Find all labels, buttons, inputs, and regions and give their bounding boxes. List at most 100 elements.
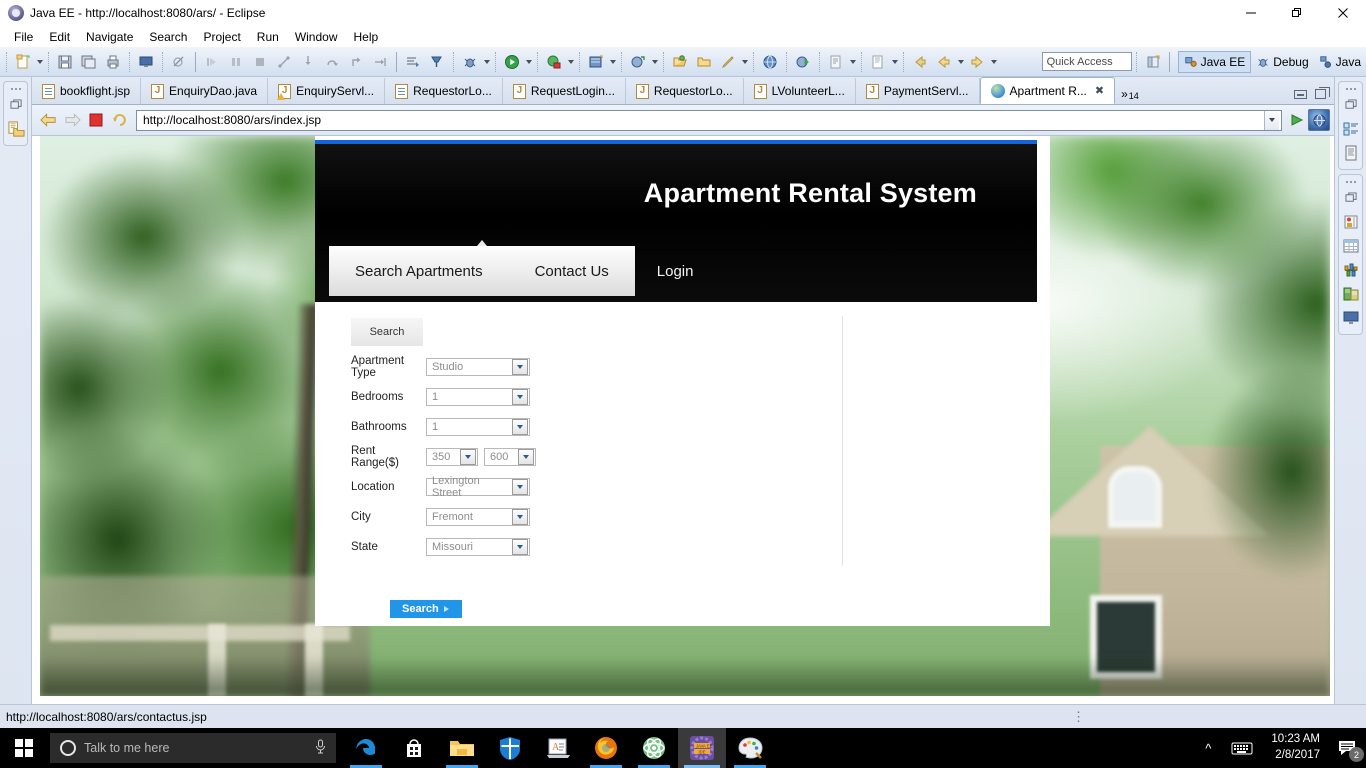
atom-icon[interactable]: [630, 728, 678, 768]
maximize-button[interactable]: [1274, 0, 1320, 26]
terminate-icon[interactable]: [249, 51, 271, 73]
step-into-icon[interactable]: [297, 51, 319, 73]
back-arrow-icon[interactable]: [36, 108, 60, 132]
status-bar-resize-grip[interactable]: ⋮: [1072, 709, 1086, 725]
editor-tab-apartment-rental[interactable]: Apartment R... ✖: [979, 77, 1116, 104]
editor-tab-overflow-button[interactable]: » 14: [1115, 87, 1145, 104]
select-state[interactable]: Missouri: [426, 538, 530, 556]
new-html-icon[interactable]: [867, 51, 889, 73]
menu-edit[interactable]: Edit: [41, 28, 78, 46]
run-as-server-icon[interactable]: [792, 51, 814, 73]
console-view-icon[interactable]: [1339, 307, 1363, 329]
console-icon[interactable]: [135, 51, 157, 73]
windows-defender-icon[interactable]: [486, 728, 534, 768]
drag-handle[interactable]: [4, 85, 27, 92]
perspective-debug[interactable]: Debug: [1251, 51, 1313, 73]
restore-view-icon[interactable]: [1339, 94, 1363, 116]
select-bedrooms[interactable]: 1: [426, 388, 530, 406]
open-resource-icon[interactable]: [693, 51, 715, 73]
select-bathrooms[interactable]: 1: [426, 418, 530, 436]
drag-handle[interactable]: [1339, 85, 1362, 92]
stop-icon[interactable]: [84, 108, 108, 132]
forward-arrow-icon[interactable]: [60, 108, 84, 132]
select-rent-max[interactable]: 600: [484, 448, 536, 466]
paint-icon[interactable]: [726, 728, 774, 768]
select-apartment-type[interactable]: Studio: [426, 358, 530, 376]
select-location[interactable]: Lexington Street: [426, 475, 530, 499]
disconnect-icon[interactable]: [273, 51, 295, 73]
nav-login[interactable]: Login: [635, 246, 716, 296]
outline-view-icon[interactable]: [1339, 118, 1363, 140]
skip-breakpoints-icon[interactable]: [168, 51, 190, 73]
microphone-icon[interactable]: [315, 739, 326, 757]
servers-view-icon[interactable]: [1339, 259, 1363, 281]
url-bar[interactable]: http://localhost:8080/ars/index.jsp: [136, 109, 1282, 131]
menu-navigate[interactable]: Navigate: [78, 28, 141, 46]
maximize-editor-area-icon[interactable]: [1315, 87, 1330, 99]
print-icon[interactable]: [102, 51, 124, 73]
url-history-dropdown-icon[interactable]: [1264, 110, 1279, 130]
minimize-editor-area-icon[interactable]: [1294, 89, 1307, 99]
quick-access-input[interactable]: Quick Access: [1041, 52, 1132, 71]
editor-tab-enquirydao-java[interactable]: J EnquiryDao.java: [141, 78, 269, 104]
menu-window[interactable]: Window: [287, 28, 346, 46]
resume-icon[interactable]: [201, 51, 223, 73]
back-history-icon[interactable]: [909, 51, 931, 73]
step-over-icon[interactable]: [321, 51, 343, 73]
search-dropdown-icon[interactable]: [740, 51, 749, 73]
cortana-search-box[interactable]: Talk to me here: [50, 733, 336, 763]
windows-start-icon[interactable]: [0, 728, 48, 768]
new-jsp-dropdown-icon[interactable]: [848, 51, 857, 73]
search-pencil-icon[interactable]: [717, 51, 739, 73]
new-ejb-icon[interactable]: [627, 51, 649, 73]
menu-file[interactable]: File: [6, 28, 41, 46]
edge-icon[interactable]: [342, 728, 390, 768]
restore-view-icon[interactable]: [4, 94, 28, 116]
save-icon[interactable]: [54, 51, 76, 73]
editor-tab-requestorlo-jsp[interactable]: RequestorLo...: [385, 78, 503, 104]
markers-view-icon[interactable]: [1339, 211, 1363, 233]
data-source-view-icon[interactable]: [1339, 235, 1363, 257]
project-explorer-icon[interactable]: [4, 118, 28, 140]
editor-tab-requestlogin[interactable]: J RequestLogin...: [503, 78, 626, 104]
menu-search[interactable]: Search: [141, 28, 195, 46]
chevron-up-icon[interactable]: ^: [1195, 728, 1221, 768]
text-editor-icon[interactable]: A: [534, 728, 582, 768]
close-button[interactable]: [1320, 0, 1366, 26]
restore-view-icon[interactable]: [1339, 187, 1363, 209]
editor-tab-enquiryservlet[interactable]: J EnquiryServl...: [268, 78, 386, 104]
minimize-button[interactable]: [1228, 0, 1274, 26]
back-dropdown-icon[interactable]: [956, 51, 965, 73]
new-ejb-dropdown-icon[interactable]: [650, 51, 659, 73]
run-external-tools-icon[interactable]: [543, 51, 565, 73]
debug-dropdown-icon[interactable]: [482, 51, 491, 73]
new-html-dropdown-icon[interactable]: [890, 51, 899, 73]
external-tools-dropdown-icon[interactable]: [566, 51, 575, 73]
forward-dropdown-icon[interactable]: [989, 51, 998, 73]
store-icon[interactable]: [390, 728, 438, 768]
perspective-java-ee[interactable]: Java EE: [1177, 50, 1252, 73]
perspective-java[interactable]: Java: [1314, 51, 1366, 73]
open-web-browser-icon[interactable]: [759, 51, 781, 73]
action-center-icon[interactable]: 2: [1328, 728, 1366, 768]
select-city[interactable]: Fremont: [426, 508, 530, 526]
open-perspective-icon[interactable]: [1142, 51, 1164, 73]
back-icon[interactable]: [933, 51, 955, 73]
taskbar-clock[interactable]: 10:23 AM 2/8/2017: [1263, 732, 1328, 763]
new-jsp-icon[interactable]: [825, 51, 847, 73]
debug-icon[interactable]: [459, 51, 481, 73]
new-wizard-dropdown-icon[interactable]: [35, 51, 44, 73]
editor-tab-close-icon[interactable]: ✖: [1095, 84, 1104, 97]
nav-search-apartments[interactable]: Search Apartments: [329, 246, 509, 296]
step-return-icon[interactable]: [345, 51, 367, 73]
nav-contact-us[interactable]: Contact Us: [509, 246, 635, 296]
step-out-icon[interactable]: [369, 51, 391, 73]
menu-project[interactable]: Project: [195, 28, 248, 46]
java-ee-ide-icon[interactable]: JAVA EE IDE: [678, 728, 726, 768]
keyboard-icon[interactable]: [1221, 728, 1263, 768]
select-rent-min[interactable]: 350: [426, 448, 478, 466]
data-explorer-icon[interactable]: [1339, 283, 1363, 305]
forward-icon[interactable]: [966, 51, 988, 73]
editor-tab-paymentservlet[interactable]: J PaymentServl...: [856, 78, 980, 104]
open-type-icon[interactable]: [669, 51, 691, 73]
